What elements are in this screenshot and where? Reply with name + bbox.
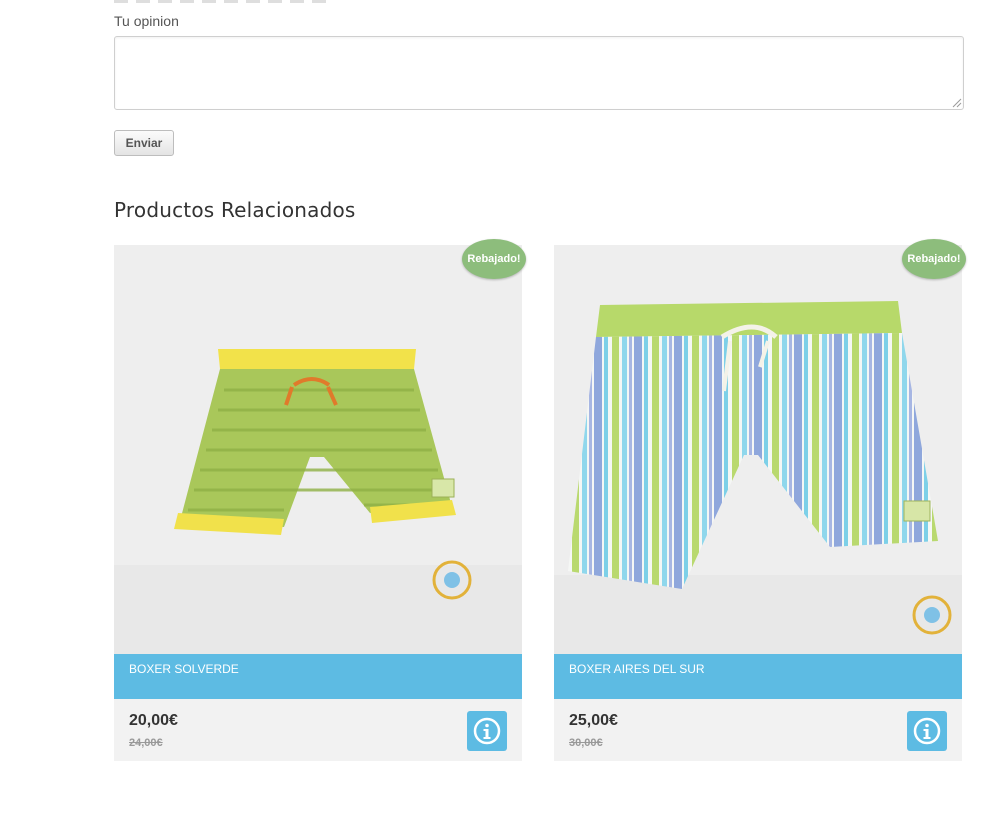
resize-grip-icon[interactable] — [952, 98, 962, 108]
opinion-textarea[interactable] — [114, 36, 964, 110]
product-old-price: 30,00€ — [569, 737, 603, 749]
product-price: 25,00€ — [569, 712, 618, 729]
sale-badge: Rebajado! — [902, 239, 966, 279]
product-title-bar: BOXER SOLVERDE — [114, 654, 522, 699]
info-circle-icon — [913, 717, 941, 745]
product-title-link[interactable]: BOXER AIRES DEL SUR — [569, 662, 705, 676]
info-button[interactable] — [467, 711, 507, 751]
product-price: 20,00€ — [129, 712, 178, 729]
opinion-label: Tu opinion — [114, 13, 179, 29]
info-circle-icon — [473, 717, 501, 745]
related-products-title: Productos Relacionados — [114, 198, 356, 222]
submit-button[interactable]: Enviar — [114, 130, 174, 156]
product-old-price: 24,00€ — [129, 737, 163, 749]
sale-badge: Rebajado! — [462, 239, 526, 279]
product-title-bar: BOXER AIRES DEL SUR — [554, 654, 962, 699]
product-card: Rebajado! BOXER AIRES DEL SUR 25,00€ 30,… — [554, 239, 966, 761]
product-title-link[interactable]: BOXER SOLVERDE — [129, 662, 239, 676]
previous-content-edge — [114, 0, 334, 3]
product-image[interactable] — [114, 245, 522, 654]
product-image[interactable] — [554, 245, 962, 654]
info-button[interactable] — [907, 711, 947, 751]
product-card: Rebajado! BOXER SOLVERDE 20,00€ 24,00€ — [114, 239, 526, 761]
